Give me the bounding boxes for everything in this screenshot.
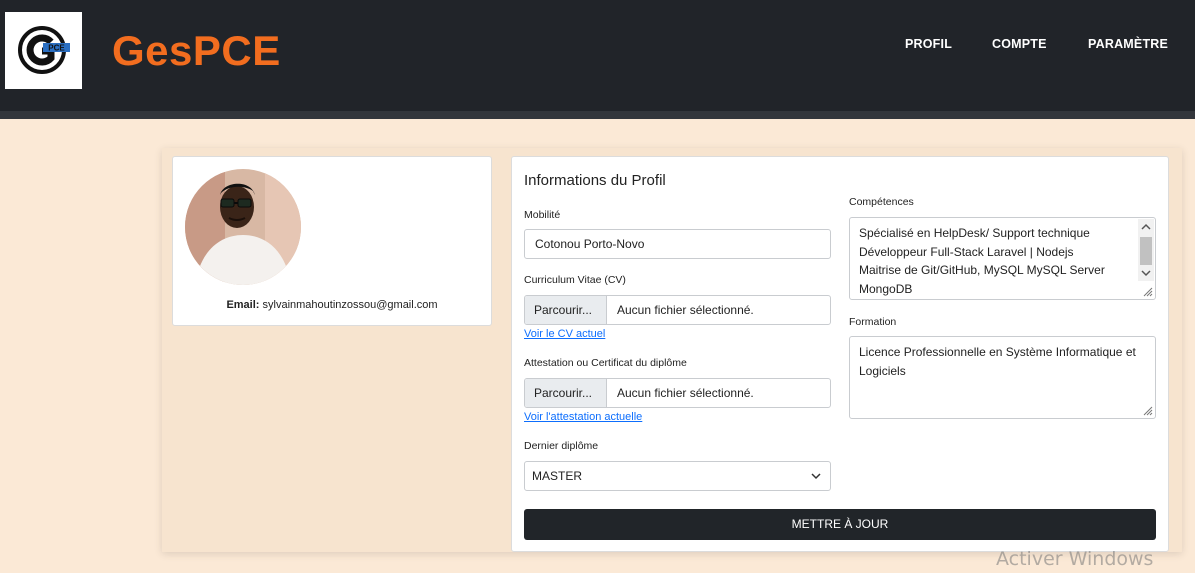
logo-text: PCE [48, 44, 65, 53]
scroll-down-icon[interactable] [1138, 265, 1154, 281]
view-cv-link[interactable]: Voir le CV actuel [524, 328, 605, 340]
skills-line: Maitrise de Git/GitHub, MySQL MySQL Serv… [859, 263, 1105, 277]
attestation-browse-button[interactable]: Parcourir... [525, 379, 607, 407]
form-title: Informations du Profil [524, 172, 666, 189]
nav-link-parametre[interactable]: PARAMÈTRE [1088, 37, 1168, 51]
attestation-file-input[interactable]: Parcourir... Aucun fichier sélectionné. [524, 378, 831, 408]
training-line: Licence Professionnelle en Système Infor… [859, 345, 1136, 359]
diploma-label: Dernier diplôme [524, 440, 599, 452]
skills-scrollbar[interactable] [1138, 219, 1154, 281]
cv-label: Curriculum Vitae (CV) [524, 274, 626, 286]
avatar [185, 169, 301, 285]
chevron-down-icon [811, 462, 821, 502]
os-activation-watermark: Activer Windows [996, 548, 1154, 570]
logo-icon: PCE [18, 26, 70, 74]
skills-label: Compétences [849, 196, 914, 208]
resize-handle-icon[interactable] [1141, 404, 1153, 416]
resize-handle-icon[interactable] [1141, 285, 1153, 297]
brand-title[interactable]: GesPCE [112, 27, 281, 75]
cv-file-name: Aucun fichier sélectionné. [617, 303, 754, 317]
training-textarea[interactable]: Licence Professionnelle en Système Infor… [849, 336, 1156, 419]
cv-file-input[interactable]: Parcourir... Aucun fichier sélectionné. [524, 295, 831, 325]
diploma-select[interactable]: MASTER [524, 461, 831, 491]
training-label: Formation [849, 316, 897, 328]
cv-browse-button[interactable]: Parcourir... [525, 296, 607, 324]
diploma-selected-value: MASTER [532, 469, 583, 483]
skills-textarea[interactable]: Spécialisé en HelpDesk/ Support techniqu… [849, 217, 1156, 300]
mobility-input[interactable]: Cotonou Porto-Novo [524, 229, 831, 259]
skills-line: Spécialisé en HelpDesk/ Support techniqu… [859, 226, 1090, 240]
skills-line: Développeur Full-Stack Laravel | Nodejs [859, 244, 1074, 259]
training-line: Logiciels [859, 363, 906, 378]
update-button[interactable]: METTRE À JOUR [524, 509, 1156, 540]
attestation-label: Attestation ou Certificat du diplôme [524, 357, 687, 369]
scroll-thumb[interactable] [1140, 237, 1152, 265]
logo[interactable]: PCE [5, 12, 82, 89]
email-line: Email: sylvainmahoutinzossou@gmail.com [173, 299, 491, 311]
nav-link-profil[interactable]: PROFIL [905, 37, 952, 51]
scroll-up-icon[interactable] [1138, 219, 1154, 235]
view-attestation-link[interactable]: Voir l'attestation actuelle [524, 411, 642, 423]
mobility-label: Mobilité [524, 209, 561, 221]
nav-link-compte[interactable]: COMPTE [992, 37, 1047, 51]
skills-line: MongoDB [859, 281, 913, 296]
navbar-divider [0, 111, 1195, 119]
attestation-file-name: Aucun fichier sélectionné. [617, 386, 754, 400]
email-label: Email: [226, 299, 260, 311]
profile-card: Email: sylvainmahoutinzossou@gmail.com [172, 156, 492, 326]
email-value: sylvainmahoutinzossou@gmail.com [262, 299, 438, 311]
